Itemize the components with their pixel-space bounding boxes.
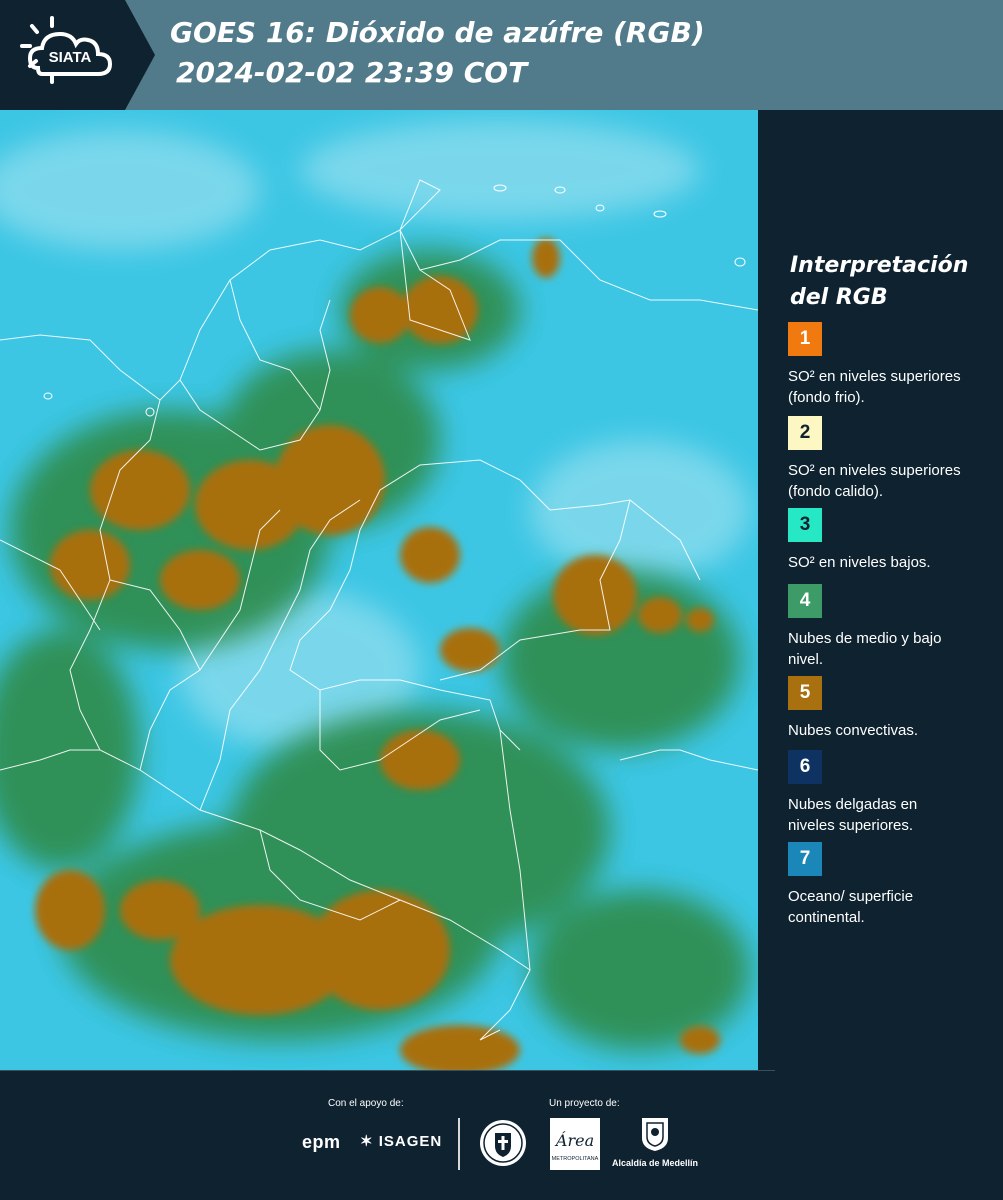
legend-item-3: 3 SO² en niveles bajos. <box>788 508 988 594</box>
header: SIATA GOES 16: Dióxido de azúfre (RGB) 2… <box>0 0 1003 110</box>
alcaldia-label: Alcaldía de Medellín <box>612 1158 699 1168</box>
footer: Con el apoyo de: Un proyecto de: epm ✶ I… <box>0 1070 1003 1200</box>
svg-text:METROPOLITANA: METROPOLITANA <box>552 1156 599 1162</box>
legend-swatch-2: 2 <box>788 416 822 450</box>
legend-desc-7: Oceano/ superficie continental. <box>788 888 914 926</box>
legend-item-2: 2 SO² en niveles superiores (fondo calid… <box>788 416 988 520</box>
legend-desc-4: Nubes de medio y bajo nivel. <box>788 630 942 668</box>
legend-desc-6: Nubes delgadas en niveles superiores. <box>788 796 918 834</box>
footer-divider <box>458 1118 460 1170</box>
legend-item-1: 1 SO² en niveles superiores (fondo frio)… <box>788 322 988 408</box>
legend-swatch-5: 5 <box>788 676 822 710</box>
legend-item-7: 7 Oceano/ superficie continental. <box>788 842 988 928</box>
timestamp: 2024-02-02 23:39 COT <box>176 56 528 89</box>
legend-swatch-7: 7 <box>788 842 822 876</box>
project-label: Un proyecto de: <box>549 1098 620 1109</box>
page-title: GOES 16: Dióxido de azúfre (RGB) <box>170 16 705 49</box>
svg-text:Área: Área <box>554 1130 594 1150</box>
legend-title: Interpretación del RGB <box>790 253 969 310</box>
alcaldia-shield-icon <box>642 1118 668 1151</box>
legend-desc-1: SO² en niveles superiores (fondo frio). <box>788 368 961 406</box>
siata-logo: SIATA <box>20 16 113 84</box>
legend-swatch-4: 4 <box>788 584 822 618</box>
medellin-seal-icon <box>480 1120 526 1166</box>
legend-swatch-6: 6 <box>788 750 822 784</box>
isagen-star-icon: ✶ <box>360 1133 374 1150</box>
isagen-name: ISAGEN <box>378 1133 443 1150</box>
legend-swatch-1: 1 <box>788 322 822 356</box>
area-metropolitana-logo: Área METROPOLITANA <box>550 1118 600 1170</box>
legend-item-4: 4 Nubes de medio y bajo nivel. <box>788 584 988 670</box>
satellite-map <box>0 110 758 1070</box>
legend-swatch-3: 3 <box>788 508 822 542</box>
legend: Interpretación del RGB 1 SO² en niveles … <box>758 110 1003 1070</box>
legend-item-6: 6 Nubes delgadas en niveles superiores. <box>788 750 988 836</box>
epm-logo: epm <box>302 1132 341 1152</box>
support-label: Con el apoyo de: <box>328 1098 404 1109</box>
footer-rule <box>0 1070 775 1071</box>
svg-text:SIATA: SIATA <box>49 49 92 66</box>
isagen-logo: ✶ ISAGEN <box>360 1132 442 1150</box>
